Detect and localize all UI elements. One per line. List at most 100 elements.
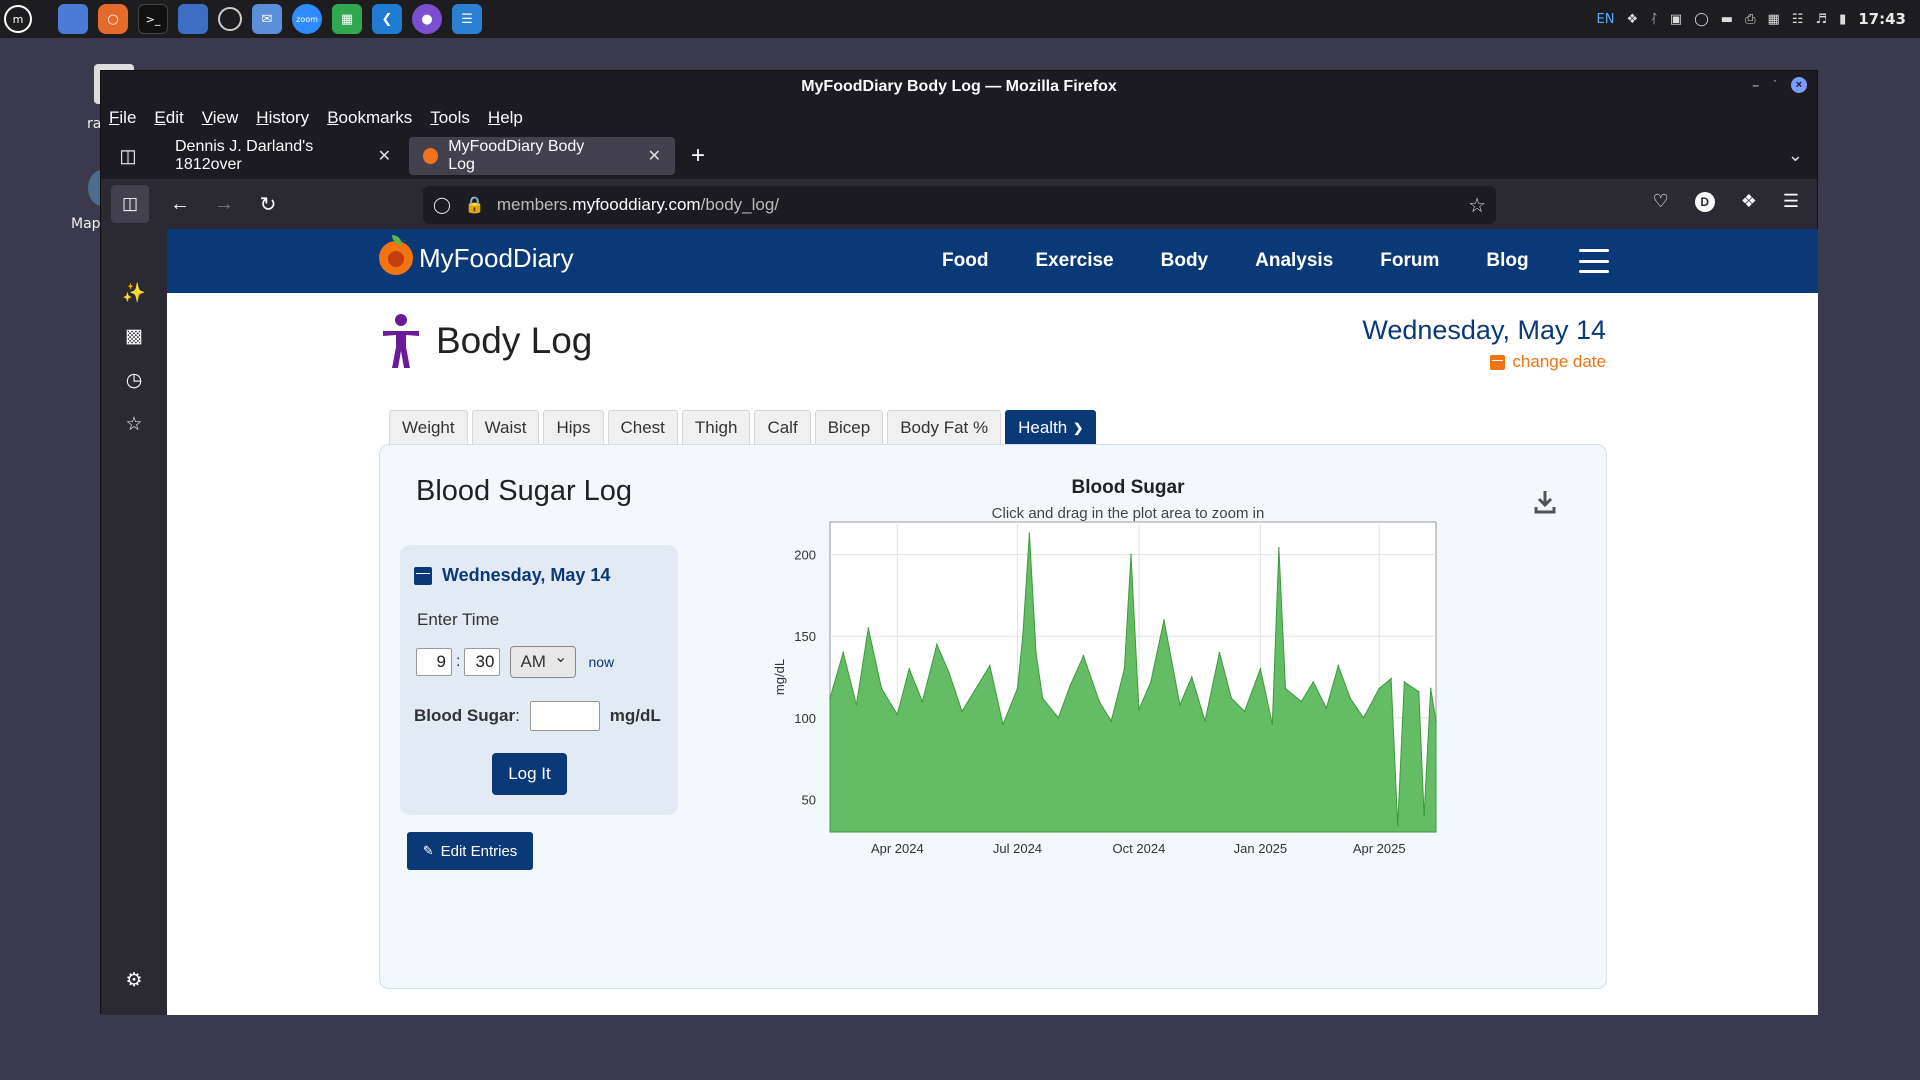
tab-bicep[interactable]: Bicep [814,410,884,444]
document-icon[interactable]: ▦ [1767,12,1779,27]
zoom-icon[interactable]: zoom [292,4,322,34]
body-figure-icon [383,314,419,368]
browser-sidebar: ✨ ▩ ◷ ☆ ⚙ [101,229,167,1015]
panel-title: Blood Sugar Log [416,475,633,507]
maximize-icon[interactable]: ˙ [1773,78,1777,92]
menu-bookmarks[interactable]: Bookmarks [327,108,412,128]
nav-forum[interactable]: Forum [1380,250,1439,272]
bluetooth-icon[interactable]: ᛮ [1650,12,1658,27]
data-point [842,651,844,654]
menu-view[interactable]: View [202,108,239,128]
menu-edit[interactable]: Edit [154,108,183,128]
chart-plot[interactable]: Apr 2024 Jul 2024 Oct 2024 Jan 2025 Apr 2025… [760,465,1590,975]
timeshift-icon[interactable] [218,7,242,31]
gpu-icon[interactable]: ▬ [1721,12,1733,27]
forward-icon[interactable]: → [211,193,237,216]
sidebar-toggle-icon[interactable]: ◫ [111,185,149,223]
network-icon[interactable]: ☷ [1792,12,1804,27]
account-avatar[interactable]: D [1694,191,1715,212]
lock-icon[interactable]: 🔒 [465,195,485,215]
url-bar[interactable]: ◯ 🔒 members.myfooddiary.com/body_log/ ☆ [423,186,1496,224]
tab-hips[interactable]: Hips [543,410,604,444]
app-menu-icon[interactable]: ☰ [1783,191,1799,212]
data-point [1069,684,1072,686]
window-titlebar[interactable]: MyFoodDiary Body Log — Mozilla Firefox –… [101,71,1817,103]
time-colon: : [456,653,461,670]
hour-input[interactable]: 9 [416,648,452,676]
logo-text: MyFoodDiary [419,242,574,273]
tab-waist[interactable]: Waist [471,410,540,444]
nav-food[interactable]: Food [942,250,988,272]
ampm-select[interactable]: AM [510,643,577,678]
tab-1812over[interactable]: Dennis J. Darland's 1812over ✕ [161,137,405,175]
close-tab-icon[interactable]: ✕ [648,146,661,166]
data-point [1204,720,1206,722]
history-icon[interactable]: ◷ [121,369,147,395]
nav-exercise[interactable]: Exercise [1035,250,1113,272]
spreadsheet-icon[interactable]: ▦ [332,4,362,34]
tab-body-log[interactable]: MyFoodDiary Body Log ✕ [409,137,675,175]
clock[interactable]: 17:43 [1858,10,1906,28]
new-tab-icon[interactable]: + [691,142,705,170]
minimize-icon[interactable]: – [1752,78,1759,92]
site-logo[interactable]: MyFoodDiary [379,235,574,275]
close-tab-icon[interactable]: ✕ [378,146,391,166]
synced-tabs-icon[interactable]: ▩ [121,325,147,351]
bookmark-star-icon[interactable]: ☆ [1468,193,1486,218]
firefox-view-icon[interactable]: ◫ [115,146,141,167]
mail-icon[interactable]: ✉ [252,4,282,34]
reload-icon[interactable]: ↻ [255,192,281,217]
extensions-icon[interactable]: ❖ [1741,191,1757,212]
back-icon[interactable]: ← [167,193,193,216]
tracking-shield-icon[interactable]: ◯ [433,195,451,215]
firefox-icon[interactable]: ○ [98,4,128,34]
vscode-icon[interactable]: ❮ [372,4,402,34]
hamburger-menu-icon[interactable] [1579,249,1609,273]
minute-input[interactable]: 30 [464,648,501,676]
notes-icon[interactable]: ☰ [452,4,482,34]
pocket-icon[interactable]: ♡ [1653,191,1669,212]
data-point [1098,700,1101,703]
menu-file[interactable]: File [109,108,136,128]
nav-body[interactable]: Body [1161,250,1209,272]
settings-gear-icon[interactable]: ⚙ [121,969,147,995]
files-icon[interactable] [58,4,88,34]
ai-chatbot-icon[interactable]: ✨ [121,281,147,307]
tab-weight[interactable]: Weight [389,410,468,444]
system-tray: EN ❖ ᛮ ▣ ◯ ▬ ⎙ ▦ ☷ ♬ ▮ 17:43 [1597,0,1907,38]
close-window-icon[interactable]: × [1791,77,1807,93]
tab-body-fat[interactable]: Body Fat % [887,410,1002,444]
clipboard-icon[interactable]: ▣ [1670,12,1682,27]
menu-help[interactable]: Help [488,108,523,128]
menu-tools[interactable]: Tools [430,108,470,128]
blood-sugar-chart[interactable]: Blood Sugar Click and drag in the plot a… [760,465,1590,975]
chevron-down-icon[interactable]: ⌄ [1788,145,1803,166]
measurement-tabs: Weight Waist Hips Chest Thigh Calf Bicep… [389,410,1097,444]
volume-icon[interactable]: ♬ [1815,12,1827,27]
menu-history[interactable]: History [256,108,309,128]
web-page: MyFoodDiary Food Exercise Body Analysis … [167,229,1818,1015]
change-date-link[interactable]: change date [1362,352,1606,372]
terminal-icon[interactable]: >_ [138,4,168,34]
x-tick-label: Jul 2024 [993,841,1042,856]
tab-chest[interactable]: Chest [607,410,678,444]
mint-menu-icon[interactable]: m [4,5,32,33]
printer-icon[interactable]: ⎙ [1745,12,1755,27]
calendar-icon [414,566,432,585]
nav-blog[interactable]: Blog [1486,250,1528,272]
bookmarks-icon[interactable]: ☆ [121,413,147,439]
log-it-button[interactable]: Log It [492,753,567,795]
now-link[interactable]: now [588,654,614,670]
keyboard-language[interactable]: EN [1597,12,1615,27]
tab-health[interactable]: Health ❯ [1005,410,1097,444]
edit-entries-button[interactable]: ✎ Edit Entries [407,832,533,870]
dropbox-icon[interactable]: ❖ [1626,12,1638,27]
blood-sugar-input[interactable] [529,701,600,731]
finder-icon[interactable] [178,4,208,34]
tab-calf[interactable]: Calf [754,410,811,444]
nav-analysis[interactable]: Analysis [1255,250,1333,272]
tab-thigh[interactable]: Thigh [681,410,751,444]
github-icon[interactable]: ● [412,4,442,34]
battery-icon[interactable]: ▮ [1839,12,1846,27]
shield-icon[interactable]: ◯ [1694,12,1709,27]
